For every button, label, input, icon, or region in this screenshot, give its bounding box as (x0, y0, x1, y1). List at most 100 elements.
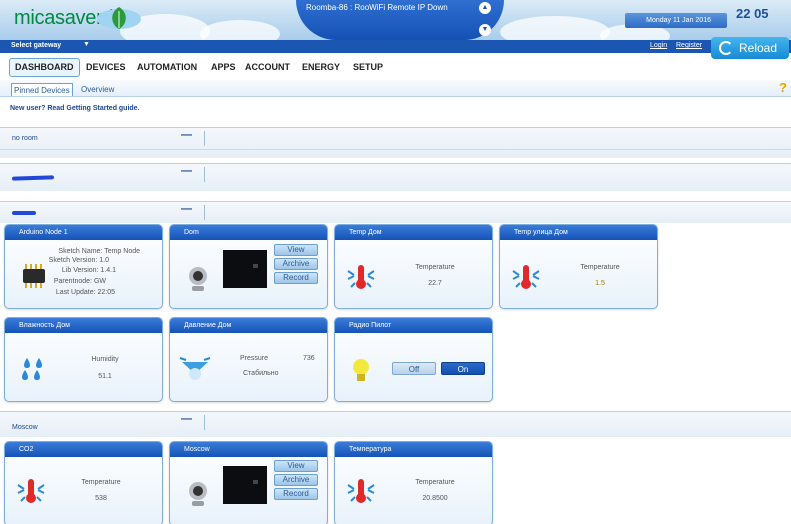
sub-tabs: Pinned Devices Overview (0, 80, 791, 97)
room-name: no room (12, 135, 38, 142)
divider (204, 167, 205, 182)
archive-button[interactable]: Archive (274, 258, 318, 270)
camera-preview[interactable] (223, 250, 267, 288)
device-card-arduino-node[interactable]: Arduino Node 1 Sketch Name: Temp Node Sk… (4, 224, 163, 309)
tab-apps[interactable]: APPS (211, 58, 236, 77)
collapse-icon[interactable]: — (181, 129, 192, 141)
reload-button[interactable]: Reload (711, 37, 789, 59)
cloud-decoration (500, 16, 610, 40)
temperature-label: Temperature (415, 264, 455, 271)
collapse-icon[interactable]: — (181, 165, 192, 177)
room-header-no-room[interactable]: no room — (0, 127, 791, 158)
alert-next-icon[interactable]: ▼ (479, 24, 491, 36)
pressure-label: Pressure (240, 355, 269, 362)
alert-banner[interactable]: Roomba-86 : RooWiFi Remote IP Down ▲ ▼ (296, 0, 504, 40)
thermometer-icon (17, 479, 45, 503)
collapse-icon[interactable]: — (181, 413, 192, 425)
help-icon[interactable]: ? (779, 80, 787, 95)
clock-display: 22 05 (736, 6, 769, 21)
divider (0, 149, 791, 150)
tab-energy[interactable]: ENERGY (302, 58, 340, 77)
view-button[interactable]: View (274, 460, 318, 472)
header: micasaverde Roomba-86 : RooWiFi Remote I… (0, 0, 791, 40)
date-display: Monday 11 Jan 2016 (625, 13, 727, 28)
device-card-radio-pilot[interactable]: Радио Пилот Off On (334, 317, 493, 402)
temperature-label: Temperature (415, 479, 455, 486)
card-title: Dom (170, 225, 327, 240)
chip-icon (23, 264, 45, 288)
cloud-decoration (200, 20, 280, 40)
gateway-bar: Select gateway ▼ Login Register (0, 40, 791, 53)
card-title: Moscow (170, 442, 327, 457)
light-bulb-icon (353, 359, 369, 381)
room-header-moscow[interactable]: Moscow — (0, 411, 791, 437)
camera-icon (189, 267, 207, 291)
select-gateway-dropdown[interactable]: Select gateway (11, 42, 61, 49)
archive-button[interactable]: Archive (274, 474, 318, 486)
card-title: Temp Дом (335, 225, 492, 240)
camera-preview[interactable] (223, 466, 267, 504)
card-title: Arduino Node 1 (5, 225, 162, 240)
tab-account[interactable]: ACCOUNT (245, 58, 290, 77)
getting-started-link[interactable]: New user? Read Getting Started guide. (10, 105, 140, 112)
device-card-temperatura[interactable]: Температура Temperature 20.8500 (334, 441, 493, 524)
co2-value: 538 (95, 495, 107, 502)
lib-version-line: Lib Version: 1.4.1 (61, 267, 116, 274)
card-title: CO2 (5, 442, 162, 457)
redacted-room-name (11, 175, 55, 181)
chevron-down-icon[interactable]: ▼ (83, 41, 90, 48)
alert-prev-icon[interactable]: ▲ (479, 2, 491, 14)
collapse-icon[interactable]: — (181, 203, 192, 215)
record-button[interactable]: Record (274, 488, 318, 500)
humidity-value: 51.1 (98, 373, 112, 380)
thermometer-icon (512, 265, 540, 289)
tab-setup[interactable]: SETUP (353, 58, 383, 77)
temperature-value: 20.8500 (422, 495, 448, 502)
thermometer-icon (347, 265, 375, 289)
alert-text: Roomba-86 : RooWiFi Remote IP Down (306, 3, 448, 12)
main-tabs: DASHBOARD DEVICES AUTOMATION APPS ACCOUN… (0, 58, 791, 77)
device-card-co2[interactable]: CO2 Temperature 538 (4, 441, 163, 524)
divider (204, 205, 205, 220)
parentnode-line: Parentnode: GW (53, 278, 106, 285)
room-header-redacted[interactable]: — (0, 201, 791, 223)
humidity-label: Humidity (91, 356, 119, 363)
card-title: Температура (335, 442, 492, 457)
login-link[interactable]: Login (650, 42, 667, 49)
record-button[interactable]: Record (274, 272, 318, 284)
tab-automation[interactable]: AUTOMATION (137, 58, 197, 77)
sketch-version-line: Sketch Version: 1.0 (48, 257, 109, 264)
tab-devices[interactable]: DEVICES (86, 58, 126, 77)
pressure-value: 736 (303, 355, 315, 362)
temperature-value: 1.5 (595, 280, 605, 287)
last-update-line: Last Update: 22:05 (55, 289, 115, 296)
redacted-room-name (12, 211, 36, 215)
on-button[interactable]: On (441, 362, 485, 375)
register-link[interactable]: Register (676, 42, 702, 49)
tab-overview[interactable]: Overview (79, 83, 116, 96)
leaf-logo-icon (97, 7, 141, 29)
card-title: Temp улица Дом (500, 225, 657, 240)
sketch-name-line: Sketch Name: Temp Node (58, 248, 140, 255)
pressure-icon (179, 357, 211, 380)
device-card-temp-street[interactable]: Temp улица Дом Temperature 1.5 (499, 224, 658, 309)
tab-pinned-devices[interactable]: Pinned Devices (11, 83, 73, 96)
refresh-icon (719, 41, 733, 55)
pressure-status: Стабильно (243, 370, 279, 377)
room-header-redacted[interactable]: — (0, 163, 791, 191)
tab-dashboard[interactable]: DASHBOARD (9, 58, 80, 77)
device-card-camera-moscow[interactable]: Moscow View Archive Record (169, 441, 328, 524)
temperature-label: Temperature (580, 264, 620, 271)
divider (204, 131, 205, 146)
divider (204, 415, 205, 430)
off-button[interactable]: Off (392, 362, 436, 375)
device-card-pressure[interactable]: Давление Дом Pressure 736 Стабильно (169, 317, 328, 402)
device-card-humidity[interactable]: Влажность Дом Humidity 51.1 (4, 317, 163, 402)
app-window: micasaverde Roomba-86 : RooWiFi Remote I… (0, 0, 791, 524)
view-button[interactable]: View (274, 244, 318, 256)
device-card-temp-dom[interactable]: Temp Дом Temperature 22.7 (334, 224, 493, 309)
card-title: Влажность Дом (5, 318, 162, 333)
room-name: Moscow (12, 424, 38, 431)
device-card-camera-dom[interactable]: Dom View Archive Record (169, 224, 328, 309)
card-title: Радио Пилот (335, 318, 492, 333)
